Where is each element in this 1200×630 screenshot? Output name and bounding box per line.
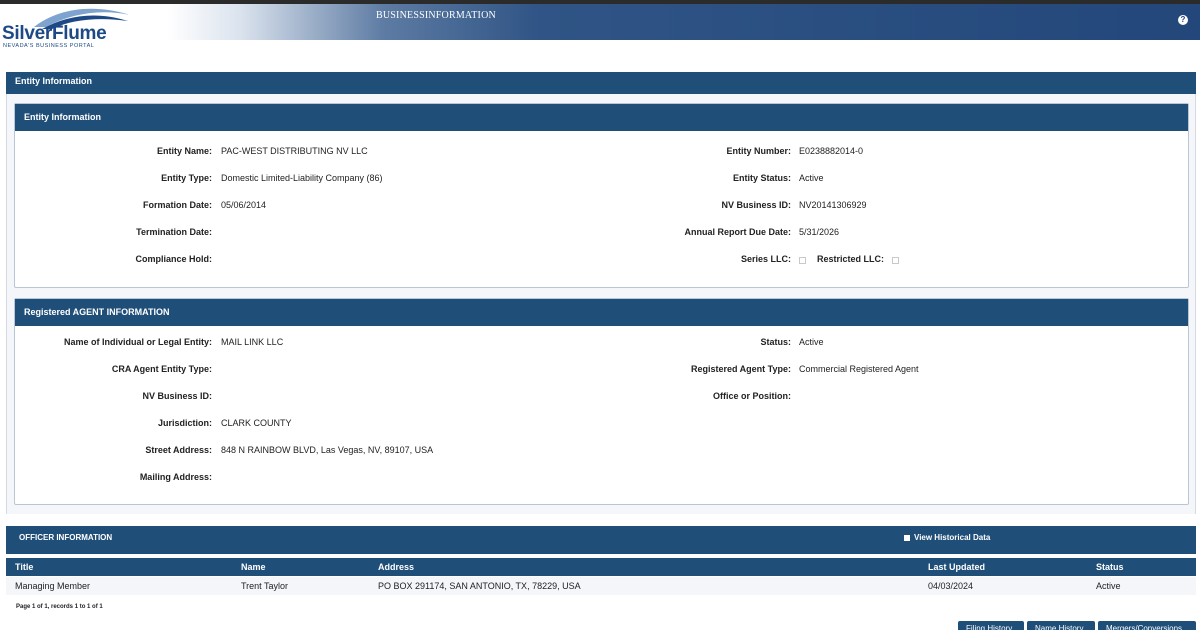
field-value: Active bbox=[799, 337, 824, 347]
column-header-name[interactable]: Name bbox=[241, 562, 266, 572]
field-label: Mailing Address: bbox=[139, 472, 212, 482]
cell-address: PO BOX 291174, SAN ANTONIO, TX, 78229, U… bbox=[378, 581, 581, 591]
logo-text: SilverFlume bbox=[2, 23, 107, 44]
app-header: SilverFlume NEVADA'S BUSINESS PORTAL BUS… bbox=[0, 4, 1200, 49]
cell-title: Managing Member bbox=[15, 581, 91, 591]
mergers-conversions-button[interactable]: Mergers/Conversions bbox=[1098, 621, 1196, 630]
field-value: Commercial Registered Agent bbox=[799, 364, 919, 374]
field-label: Jurisdiction: bbox=[157, 418, 212, 428]
panel-title: Registered AGENT INFORMATION bbox=[15, 299, 1188, 326]
entity-information-panel: Entity Information Entity Name: PAC-WEST… bbox=[14, 103, 1189, 288]
help-icon[interactable]: ? bbox=[1178, 15, 1188, 25]
name-history-button[interactable]: Name History bbox=[1027, 621, 1095, 630]
field-label: NV Business ID: bbox=[142, 391, 212, 401]
field-label: Series LLC: bbox=[740, 254, 791, 264]
restricted-llc-checkbox[interactable] bbox=[892, 255, 899, 265]
field-label: Termination Date: bbox=[136, 227, 212, 237]
field-label: Registered Agent Type: bbox=[690, 364, 791, 374]
field-value: E0238882014-0 bbox=[799, 146, 864, 156]
table-row[interactable]: Managing Member Trent Taylor PO BOX 2911… bbox=[6, 577, 1196, 595]
column-header-title[interactable]: Title bbox=[15, 562, 33, 572]
field-label: Entity Number: bbox=[726, 146, 791, 156]
field-label: NV Business ID: bbox=[721, 200, 791, 210]
field-label: Compliance Hold: bbox=[135, 254, 212, 264]
registered-agent-panel: Registered AGENT INFORMATION Name of Ind… bbox=[14, 298, 1189, 505]
section-header-entity-information: Entity Information bbox=[6, 72, 1196, 94]
pager-info: Page 1 of 1, records 1 to 1 of 1 bbox=[16, 604, 103, 610]
field-value: Domestic Limited-Liability Company (86) bbox=[221, 173, 383, 183]
field-label: Entity Status: bbox=[732, 173, 791, 183]
officer-information-header: OFFICER INFORMATION View Historical Data bbox=[6, 526, 1196, 554]
view-historical-data-toggle[interactable]: View Historical Data bbox=[904, 533, 990, 542]
page-title: BUSINESSINFORMATION bbox=[376, 10, 496, 21]
filing-history-button[interactable]: Filing History bbox=[958, 621, 1024, 630]
field-label: Formation Date: bbox=[142, 200, 212, 210]
column-header-last-updated[interactable]: Last Updated bbox=[928, 562, 985, 572]
officer-section-title: OFFICER INFORMATION bbox=[19, 533, 113, 542]
field-label: Annual Report Due Date: bbox=[684, 227, 791, 237]
panel-title: Entity Information bbox=[15, 104, 1188, 131]
field-value: 848 N RAINBOW BLVD, Las Vegas, NV, 89107… bbox=[221, 445, 434, 455]
silverflume-logo[interactable]: SilverFlume NEVADA'S BUSINESS PORTAL bbox=[2, 5, 142, 53]
historical-label: View Historical Data bbox=[914, 533, 991, 542]
field-value: CLARK COUNTY bbox=[221, 418, 292, 428]
field-label: CRA Agent Entity Type: bbox=[111, 364, 212, 374]
field-value: MAIL LINK LLC bbox=[221, 337, 284, 347]
field-label: Name of Individual or Legal Entity: bbox=[63, 337, 212, 347]
field-value: 5/31/2026 bbox=[799, 227, 840, 237]
field-value: Active bbox=[799, 173, 824, 183]
field-value: PAC-WEST DISTRIBUTING NV LLC bbox=[221, 146, 368, 156]
column-header-address[interactable]: Address bbox=[378, 562, 414, 572]
officer-table-header: Title Name Address Last Updated Status bbox=[6, 558, 1196, 576]
field-label: Entity Name: bbox=[156, 146, 212, 156]
series-llc-checkbox[interactable] bbox=[799, 255, 806, 265]
field-value: 05/06/2014 bbox=[221, 200, 267, 210]
field-label: Street Address: bbox=[145, 445, 212, 455]
historical-checkbox[interactable] bbox=[904, 534, 910, 541]
field-value: NV20141306929 bbox=[799, 200, 867, 210]
cell-name: Trent Taylor bbox=[241, 581, 289, 591]
field-label: Entity Type: bbox=[161, 173, 212, 183]
field-label: Office or Position: bbox=[712, 391, 791, 401]
cell-last-updated: 04/03/2024 bbox=[928, 581, 974, 591]
field-label: Status: bbox=[760, 337, 791, 347]
restricted-llc-label: Restricted LLC: bbox=[817, 254, 885, 264]
logo-subtitle: NEVADA'S BUSINESS PORTAL bbox=[3, 43, 95, 49]
column-header-status[interactable]: Status bbox=[1096, 562, 1124, 572]
cell-status: Active bbox=[1096, 581, 1121, 591]
